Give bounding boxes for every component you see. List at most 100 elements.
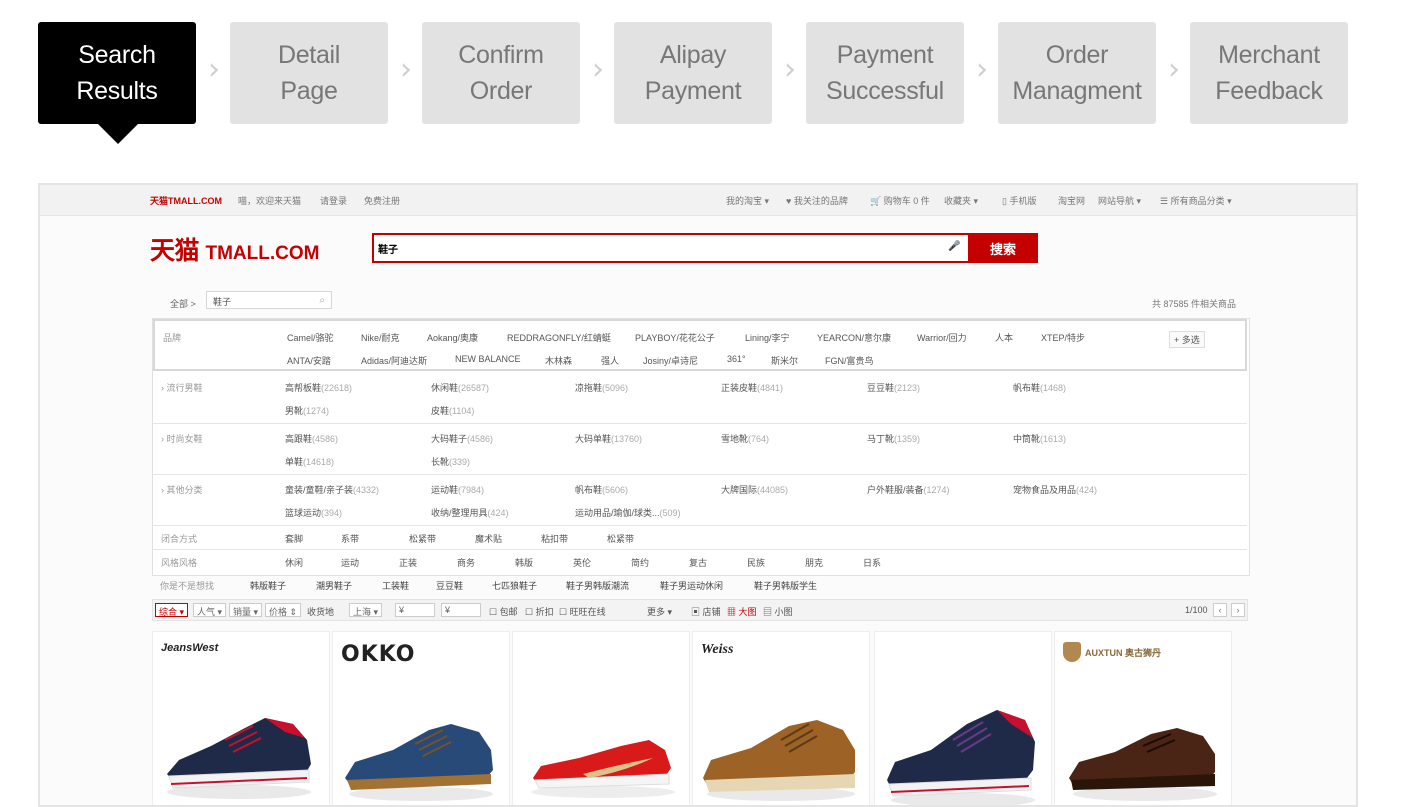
style-option[interactable]: 运动 — [341, 556, 359, 569]
category-option[interactable]: 凉拖鞋(5096) — [575, 381, 628, 394]
style-option[interactable]: 民族 — [747, 556, 765, 569]
price-to-input[interactable]: ¥ — [441, 603, 481, 617]
brand-option[interactable]: NEW BALANCE — [455, 354, 521, 364]
related-search-link[interactable]: 工装鞋 — [382, 579, 409, 592]
more-filters-dropdown[interactable]: 更多 ▾ — [647, 605, 672, 618]
topnav-register-link[interactable]: 免费注册 — [364, 194, 400, 207]
brand-option[interactable]: 人本 — [995, 331, 1013, 344]
category-option[interactable]: 大码鞋子(4586) — [431, 432, 493, 445]
product-card[interactable]: JeansWest — [152, 631, 330, 805]
brand-option[interactable]: Josiny/卓诗尼 — [643, 354, 698, 367]
category-option[interactable]: 运动鞋(7984) — [431, 483, 484, 496]
brand-option[interactable]: Warrior/回力 — [917, 331, 967, 344]
style-option[interactable]: 日系 — [863, 556, 881, 569]
brand-option[interactable]: Lining/李宁 — [745, 331, 790, 344]
category-option[interactable]: 长靴(339) — [431, 455, 470, 468]
product-card[interactable] — [512, 631, 690, 805]
category-option[interactable]: 帆布鞋(5606) — [575, 483, 628, 496]
brand-option[interactable]: FGN/富贵鸟 — [825, 354, 874, 367]
topnav-site-nav[interactable]: 网站导航 ▾ — [1098, 194, 1141, 207]
related-search-link[interactable]: 鞋子男韩版潮流 — [566, 579, 629, 592]
topnav-login-link[interactable]: 请登录 — [320, 194, 347, 207]
category-option[interactable]: 篮球运动(394) — [285, 506, 342, 519]
style-option[interactable]: 英伦 — [573, 556, 591, 569]
step-confirm-order[interactable]: Confirm Order — [422, 22, 580, 124]
step-payment-successful[interactable]: Payment Successful — [806, 22, 964, 124]
breadcrumb-search-box[interactable]: 鞋子 ⌕ — [206, 291, 332, 309]
brand-option[interactable]: Aokang/奥康 — [427, 331, 478, 344]
step-search-results[interactable]: Search Results — [38, 22, 196, 144]
related-search-link[interactable]: 七匹狼鞋子 — [492, 579, 537, 592]
category-option[interactable]: 皮鞋(1104) — [431, 404, 474, 417]
topnav-cart[interactable]: 🛒 购物车 0 件 — [870, 194, 930, 207]
category-label[interactable]: › 其他分类 — [161, 483, 203, 496]
category-option[interactable]: 马丁靴(1359) — [867, 432, 920, 445]
category-option[interactable]: 帆布鞋(1468) — [1013, 381, 1066, 394]
category-option[interactable]: 中筒靴(1613) — [1013, 432, 1066, 445]
brand-option[interactable]: ANTA/安踏 — [287, 354, 331, 367]
brand-option[interactable]: 木林森 — [545, 354, 572, 367]
style-option[interactable]: 正装 — [399, 556, 417, 569]
topnav-all-categories[interactable]: ☰ 所有商品分类 ▾ — [1160, 194, 1232, 207]
related-search-link[interactable]: 鞋子男运动休闲 — [660, 579, 723, 592]
category-option[interactable]: 童装/童鞋/亲子装(4332) — [285, 483, 379, 496]
brand-option[interactable]: Adidas/阿迪达斯 — [361, 354, 427, 367]
product-card[interactable] — [874, 631, 1052, 805]
style-option[interactable]: 商务 — [457, 556, 475, 569]
related-search-link[interactable]: 豆豆鞋 — [436, 579, 463, 592]
sort-price[interactable]: 价格 ⇕ — [265, 603, 302, 617]
step-alipay-payment[interactable]: Alipay Payment — [614, 22, 772, 124]
closure-option[interactable]: 系带 — [341, 532, 359, 545]
product-card[interactable]: OKKO — [332, 631, 510, 805]
closure-option[interactable]: 套脚 — [285, 532, 303, 545]
microphone-icon[interactable]: 🎤 — [948, 241, 960, 252]
closure-option[interactable]: 粘扣带 — [541, 532, 568, 545]
style-option[interactable]: 休闲 — [285, 556, 303, 569]
view-store-toggle[interactable]: ▣ 店铺 — [691, 605, 721, 618]
related-search-link[interactable]: 鞋子男韩版学生 — [754, 579, 817, 592]
related-search-link[interactable]: 韩版鞋子 — [250, 579, 286, 592]
category-option[interactable]: 男靴(1274) — [285, 404, 329, 417]
style-option[interactable]: 复古 — [689, 556, 707, 569]
category-option[interactable]: 户外鞋服/装备(1274) — [867, 483, 950, 496]
breadcrumb-all[interactable]: 全部 > — [170, 297, 196, 310]
category-option[interactable]: 正装皮鞋(4841) — [721, 381, 783, 394]
step-detail-page[interactable]: Detail Page — [230, 22, 388, 124]
category-option[interactable]: 运动用品/瑜伽/球类...(509) — [575, 506, 681, 519]
closure-option[interactable]: 松紧带 — [607, 532, 634, 545]
category-option[interactable]: 豆豆鞋(2123) — [867, 381, 920, 394]
brand-option[interactable]: 361° — [727, 354, 746, 364]
step-order-management[interactable]: Order Managment — [998, 22, 1156, 124]
product-card[interactable]: AUXTUN 奥古狮丹 — [1054, 631, 1232, 805]
sort-popularity[interactable]: 人气 ▾ — [193, 603, 227, 617]
category-option[interactable]: 宠物食品及用品(424) — [1013, 483, 1097, 496]
multi-select-button[interactable]: + 多选 — [1169, 331, 1205, 348]
free-shipping-checkbox[interactable]: ☐ 包邮 — [489, 605, 518, 618]
brand-option[interactable]: PLAYBOY/花花公子 — [635, 331, 715, 344]
category-option[interactable]: 高帮板鞋(22618) — [285, 381, 352, 394]
style-option[interactable]: 简约 — [631, 556, 649, 569]
product-card[interactable]: Weiss — [692, 631, 870, 805]
related-search-link[interactable]: 潮男鞋子 — [316, 579, 352, 592]
brand-option[interactable]: REDDRAGONFLY/红蜻蜓 — [507, 331, 611, 344]
brand-option[interactable]: XTEP/特步 — [1041, 331, 1085, 344]
category-option[interactable]: 高跟鞋(4586) — [285, 432, 338, 445]
category-option[interactable]: 雪地靴(764) — [721, 432, 769, 445]
online-checkbox[interactable]: ☐ 旺旺在线 — [559, 605, 606, 618]
style-option[interactable]: 韩版 — [515, 556, 533, 569]
category-option[interactable]: 收纳/整理用具(424) — [431, 506, 509, 519]
location-select[interactable]: 上海 ▾ — [349, 603, 383, 617]
view-large-toggle[interactable]: ▦ 大图 — [727, 605, 757, 618]
category-label[interactable]: › 流行男鞋 — [161, 381, 203, 394]
category-option[interactable]: 休闲鞋(26587) — [431, 381, 489, 394]
topnav-taobao[interactable]: 淘宝网 — [1058, 194, 1085, 207]
topnav-logo[interactable]: 天猫TMALL.COM — [150, 194, 222, 207]
topnav-mobile[interactable]: ▯ 手机版 — [1002, 194, 1036, 207]
discount-checkbox[interactable]: ☐ 折扣 — [525, 605, 554, 618]
sort-sales[interactable]: 销量 ▾ — [229, 603, 263, 617]
category-label[interactable]: › 时尚女鞋 — [161, 432, 203, 445]
topnav-followed-brands[interactable]: ♥ 我关注的品牌 — [786, 194, 848, 207]
closure-option[interactable]: 魔术贴 — [475, 532, 502, 545]
next-page-button[interactable]: › — [1231, 603, 1245, 617]
brand-option[interactable]: Nike/耐克 — [361, 331, 400, 344]
